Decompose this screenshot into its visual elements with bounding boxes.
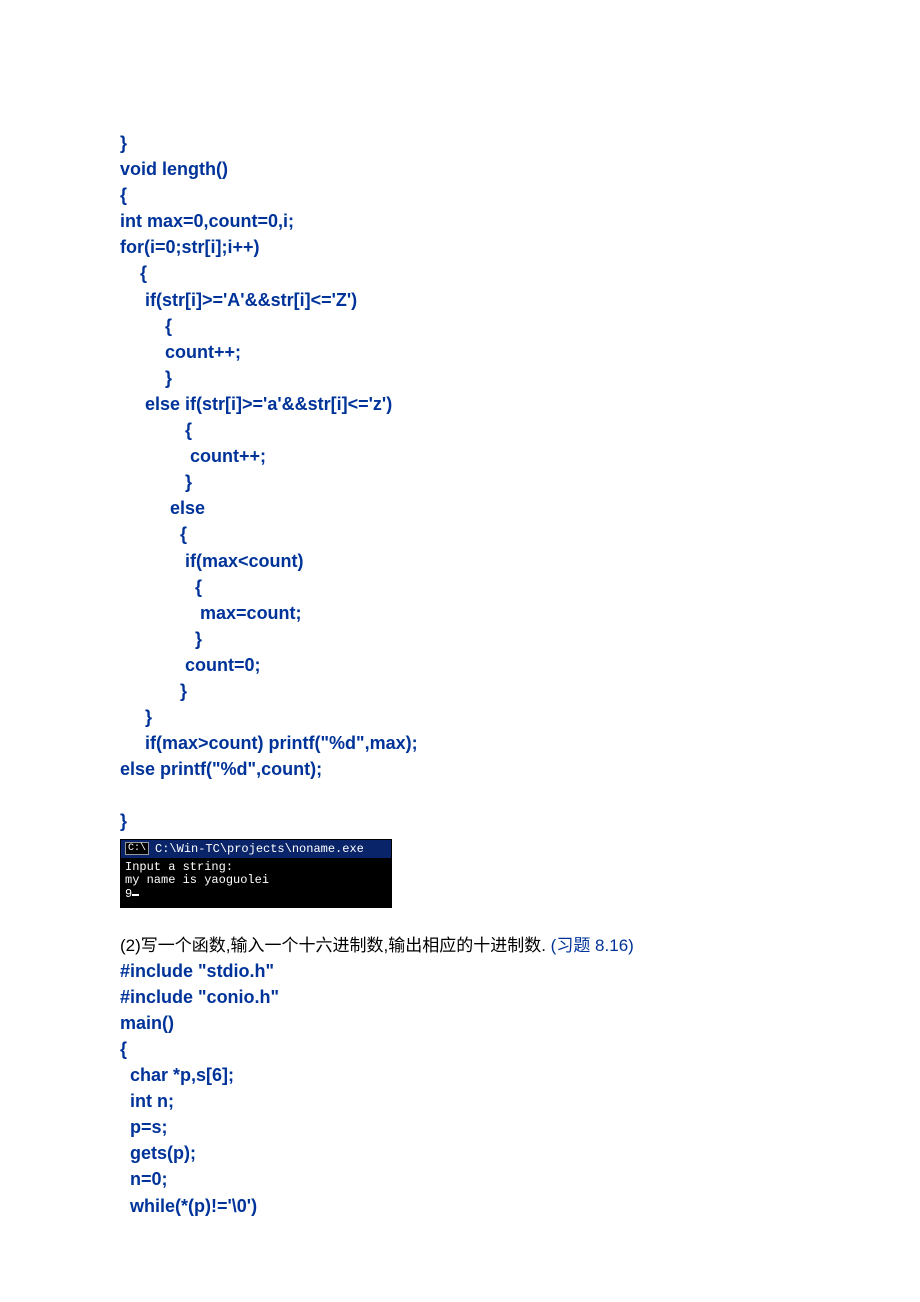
terminal-titlebar: C:\ C:\Win-TC\projects\noname.exe [121,840,391,858]
code-block-length: } void length() { int max=0,count=0,i; f… [120,130,800,835]
problem-text: (2)写一个函数,输入一个十六进制数,输出相应的十进制数. [120,936,551,955]
code-block-hex2dec: #include "stdio.h" #include "conio.h" ma… [120,958,800,1219]
terminal-title: C:\Win-TC\projects\noname.exe [155,842,364,856]
terminal-window: C:\ C:\Win-TC\projects\noname.exe Input … [120,839,392,908]
problem-statement-2: (2)写一个函数,输入一个十六进制数,输出相应的十进制数. (习题 8.16) [120,934,800,958]
cmd-icon: C:\ [125,842,149,855]
terminal-output: Input a string: my name is yaoguolei 9 [121,858,391,907]
problem-reference: (习题 8.16) [551,936,634,955]
cursor-icon [132,894,139,896]
